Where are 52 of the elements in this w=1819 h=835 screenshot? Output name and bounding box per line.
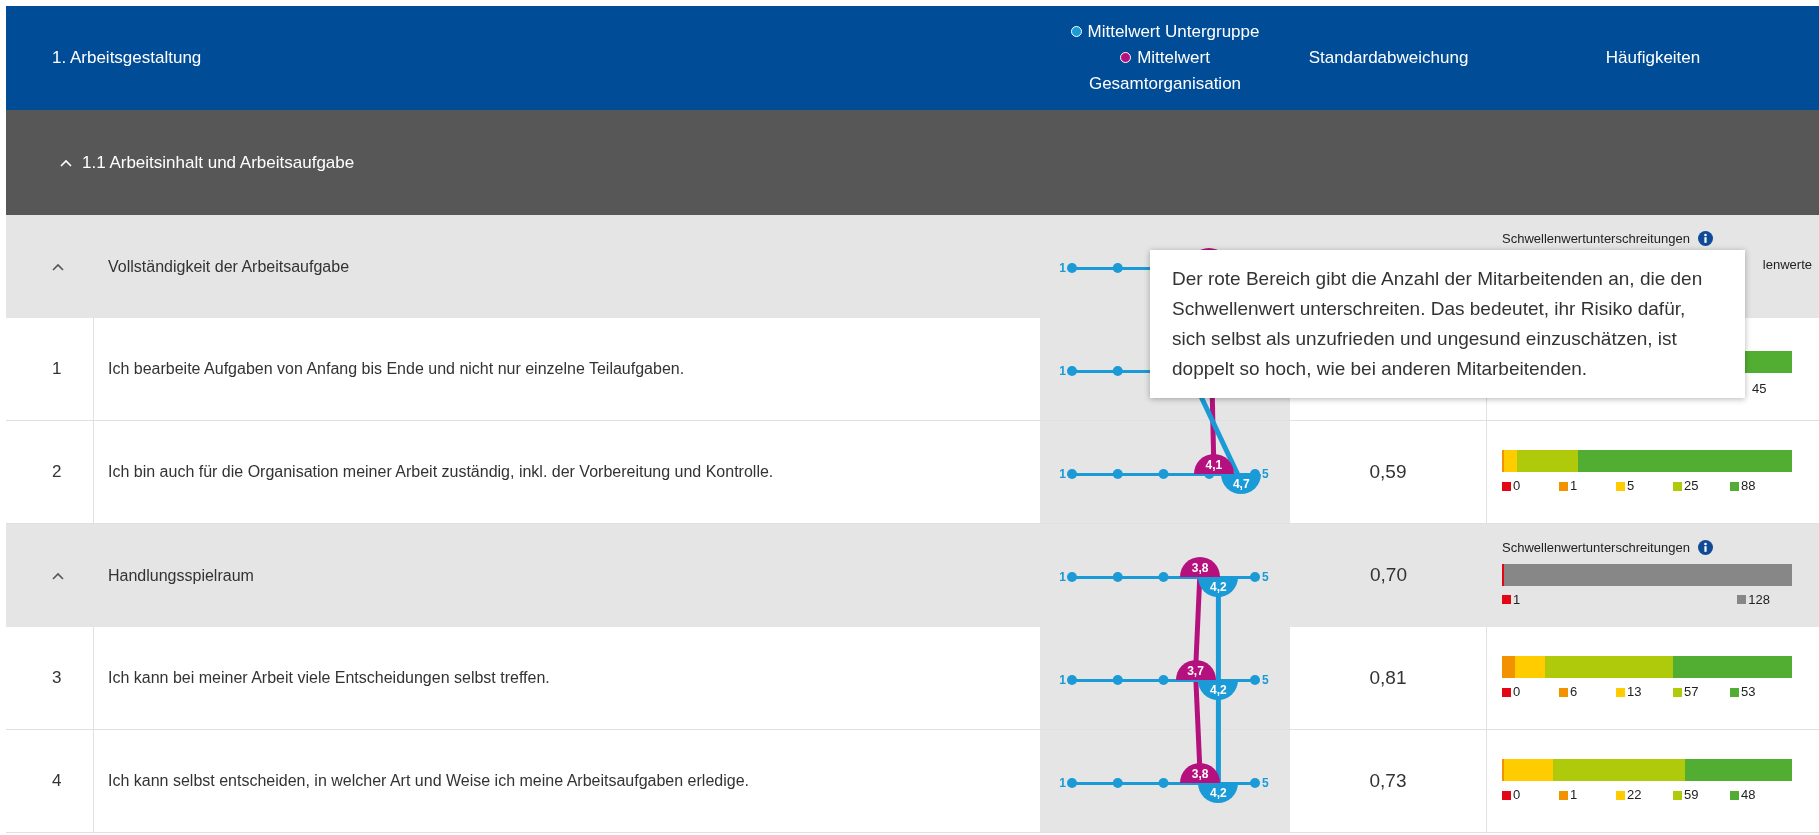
legend-label: Mittelwert Untergruppe: [1087, 22, 1260, 41]
axis-label: 5: [1262, 467, 1269, 481]
header-title: 1. Arbeitsgestaltung: [51, 47, 203, 70]
std-value: 0,70: [1370, 563, 1407, 588]
count-label: 53: [1741, 683, 1756, 702]
count-label: 0: [1513, 683, 1521, 702]
axis-label: 5: [1262, 673, 1269, 687]
column-header: Standardabweichung: [1308, 48, 1469, 68]
axis-label: 5: [1262, 776, 1269, 790]
threshold-label: Schwellenwertunterschreitungen: [1502, 230, 1690, 248]
item-number: 3: [52, 667, 62, 690]
item-number: 2: [52, 461, 62, 484]
count-label: 13: [1627, 683, 1642, 702]
count-label: 59: [1684, 786, 1699, 805]
count-label: 0: [1513, 786, 1521, 805]
count-label: 0: [1513, 477, 1521, 496]
std-value: 0,81: [1369, 665, 1407, 690]
count-label: 6: [1570, 683, 1578, 702]
question-text: Ich kann bei meiner Arbeit viele Entscheidungen selbst treffen.: [108, 668, 550, 688]
group-title: Vollständigkeit der Arbeitsaufgabe: [108, 256, 350, 277]
count-label: 1: [1513, 590, 1521, 609]
std-value: 0,73: [1369, 768, 1407, 793]
question-text: Ich bearbeite Aufgaben von Anfang bis Ende und nicht nur einzelne Teilaufgaben.: [108, 359, 685, 379]
count-label: 1: [1570, 786, 1578, 805]
item-number: 1: [52, 358, 62, 381]
column-header: Häufigkeiten: [1605, 48, 1701, 68]
count-label: 128: [1748, 590, 1770, 609]
count-label: 45: [1752, 380, 1767, 395]
count-label: 5: [1627, 477, 1635, 496]
count-label: 48: [1741, 786, 1756, 805]
threshold-note: lenwerte: [1762, 256, 1812, 272]
axis-label: 1: [1059, 467, 1066, 481]
count-label: 25: [1684, 477, 1699, 496]
item-number: 4: [52, 770, 62, 793]
count-label: 57: [1684, 683, 1699, 702]
count-label: 22: [1627, 786, 1642, 805]
axis-label: 1: [1059, 673, 1066, 687]
question-text: Ich kann selbst entscheiden, in welcher Art und Weise ich meine Arbeitsaufgaben erledige.: [108, 771, 749, 791]
axis-label: 1: [1059, 570, 1066, 584]
threshold-label: Schwellenwertunterschreitungen: [1502, 539, 1690, 557]
axis-label: 1: [1059, 364, 1066, 378]
legend-label: Mittelwert Gesamtorganisation: [1088, 48, 1242, 93]
section-header[interactable]: 1.1 Arbeitsinhalt und Arbeitsaufgabe: [6, 110, 1819, 215]
count-label: 1: [1570, 477, 1578, 496]
count-label: 88: [1741, 477, 1756, 496]
tooltip: Der rote Bereich gibt die Anzahl der Mitarbeitenden an, die den Schwellenwert unterschreiten. Das bedeutet, ihr Risiko dafür, sich selbst als unzufrieden und ungesund einzuschätzen, ist doppelt so hoch, wie bei anderen Mitarbeitenden.: [1150, 250, 1745, 398]
std-value: 0,59: [1369, 459, 1407, 484]
group-title: Handlungsspielraum: [108, 565, 254, 586]
question-text: Ich bin auch für die Organisation meiner Arbeit zuständig, inkl. der Vorbereitung und Kontrolle.: [108, 462, 774, 482]
axis-label: 5: [1262, 570, 1269, 584]
axis-label: 1: [1059, 261, 1066, 275]
axis-label: 1: [1059, 776, 1066, 790]
